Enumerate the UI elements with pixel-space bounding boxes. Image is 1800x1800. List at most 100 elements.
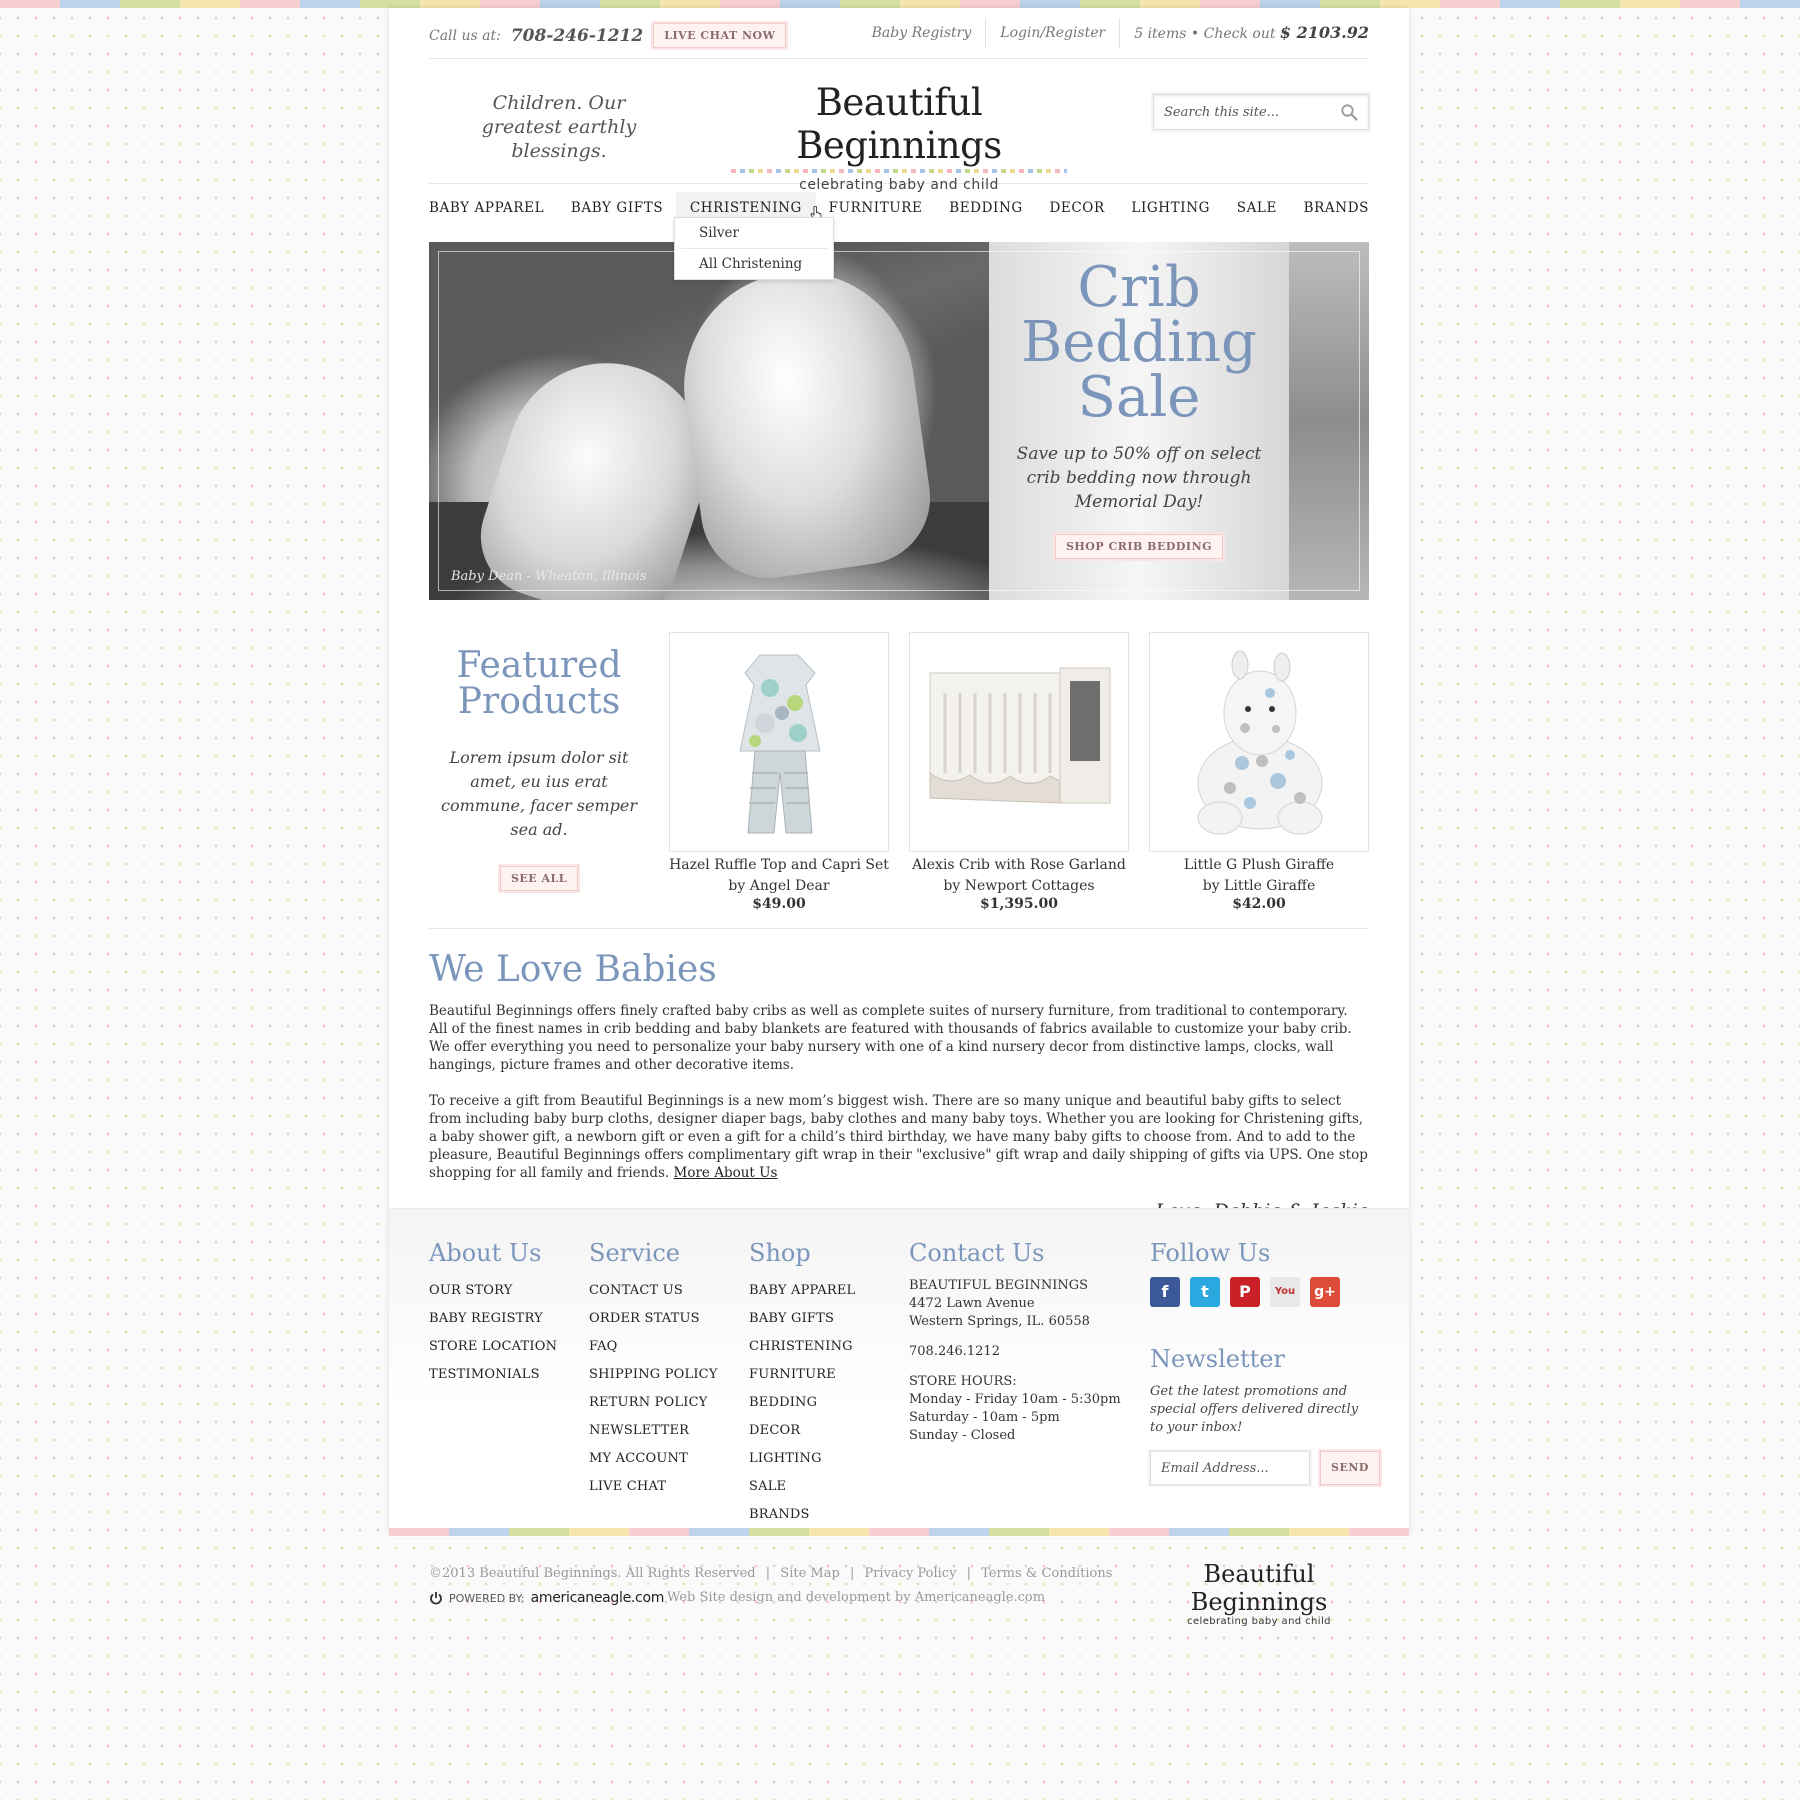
site-map-link[interactable]: Site Map (780, 1566, 840, 1581)
product-image-crib[interactable] (909, 632, 1129, 852)
store-hours-sunday: Sunday - Closed (909, 1428, 1016, 1443)
footer-link-lighting[interactable]: LIGHTING (749, 1445, 855, 1473)
footer-link-sale[interactable]: SALE (749, 1473, 855, 1501)
cart-total: $ 2103.92 (1279, 23, 1369, 42)
separator: | (849, 1566, 855, 1581)
product-brand: by Angel Dear (728, 878, 830, 894)
terms-link[interactable]: Terms & Conditions (981, 1566, 1112, 1581)
product-image-outfit[interactable] (669, 632, 889, 852)
dropdown-item-silver[interactable]: Silver (681, 218, 827, 249)
footer-link-christening[interactable]: CHRISTENING (749, 1333, 855, 1361)
footer-link-order-status[interactable]: ORDER STATUS (589, 1305, 718, 1333)
checkout-link[interactable]: Check out (1204, 26, 1276, 42)
footer-link-faq[interactable]: FAQ (589, 1333, 718, 1361)
christening-dropdown: Silver All Christening (674, 217, 834, 280)
footer-service-column: Service CONTACT US ORDER STATUS FAQ SHIP… (589, 1239, 718, 1501)
google-plus-icon[interactable]: g+ (1310, 1277, 1340, 1307)
newsletter-send-button[interactable]: SEND (1320, 1451, 1380, 1485)
nav-furniture[interactable]: FURNITURE (829, 192, 923, 224)
featured-description: Lorem ipsum dolor sit amet, eu ius erat … (440, 748, 638, 839)
nav-lighting[interactable]: LIGHTING (1131, 192, 1210, 224)
photo-credit: Baby Dean - Wheaton, Illinois (451, 569, 647, 584)
newsletter-email-input[interactable] (1150, 1451, 1310, 1485)
footer-link-bedding[interactable]: BEDDING (749, 1389, 855, 1417)
footer-link-store-location[interactable]: STORE LOCATION (429, 1333, 557, 1361)
youtube-icon[interactable]: You (1270, 1277, 1300, 1307)
footer-link-contact-us[interactable]: CONTACT US (589, 1277, 718, 1305)
nav-sale[interactable]: SALE (1237, 192, 1277, 224)
about-paragraph-2-text: To receive a gift from Beautiful Beginni… (429, 1093, 1368, 1181)
more-about-us-link[interactable]: More About Us (674, 1165, 778, 1181)
footer-contact-column: Contact Us BEAUTIFUL BEGINNINGS 4472 Law… (909, 1239, 1121, 1445)
footer-logo-subtitle: celebrating baby and child (1187, 1616, 1331, 1627)
dropdown-item-all-christening[interactable]: All Christening (681, 249, 827, 279)
see-all-button[interactable]: SEE ALL (499, 866, 579, 891)
about-paragraph-2: To receive a gift from Beautiful Beginni… (429, 1092, 1369, 1182)
nav-bedding[interactable]: BEDDING (949, 192, 1023, 224)
footer-link-newsletter[interactable]: NEWSLETTER (589, 1417, 718, 1445)
baby-registry-link[interactable]: Baby Registry (858, 18, 986, 48)
americaneagle-logo[interactable]: americaneagle.com (531, 1590, 665, 1606)
footer-contact-title: Contact Us (909, 1239, 1045, 1267)
footer-link-our-story[interactable]: OUR STORY (429, 1277, 557, 1305)
pinterest-icon[interactable]: P (1230, 1277, 1260, 1307)
product-name[interactable]: Little G Plush Giraffe (1149, 858, 1369, 873)
contact-company-name: BEAUTIFUL BEGINNINGS (909, 1278, 1089, 1293)
product-card[interactable]: Hazel Ruffle Top and Capri Set by Angel … (669, 632, 889, 912)
footer-link-baby-gifts[interactable]: BABY GIFTS (749, 1305, 855, 1333)
search-icon[interactable] (1340, 103, 1358, 121)
nav-baby-apparel[interactable]: BABY APPAREL (429, 192, 544, 224)
page-bottom-stripe (389, 1528, 1409, 1536)
privacy-policy-link[interactable]: Privacy Policy (864, 1566, 956, 1581)
site-logo[interactable]: Beautiful Beginnings celebrating baby an… (729, 81, 1069, 193)
newsletter-form: SEND (1150, 1451, 1380, 1485)
footer-link-return-policy[interactable]: RETURN POLICY (589, 1389, 718, 1417)
phone-number[interactable]: 708-246-1212 (511, 26, 643, 46)
footer-logo[interactable]: Beautiful Beginnings celebrating baby an… (1149, 1560, 1369, 1627)
search-input[interactable] (1154, 95, 1344, 129)
footer-follow-column: Follow Us f t P You g+ Newsletter Get th… (1150, 1239, 1380, 1485)
cart-summary[interactable]: 5 items • Check out $ 2103.92 (1119, 18, 1369, 48)
nav-decor[interactable]: DECOR (1049, 192, 1104, 224)
footer-link-brands[interactable]: BRANDS (749, 1501, 855, 1529)
nav-baby-gifts[interactable]: BABY GIFTS (571, 192, 663, 224)
store-hours-label: STORE HOURS: (909, 1374, 1017, 1389)
social-icons: f t P You g+ (1150, 1277, 1380, 1307)
footer-link-decor[interactable]: DECOR (749, 1417, 855, 1445)
call-label: Call us at: (429, 27, 501, 44)
powered-by[interactable]: POWERED BY: americaneagle.com (429, 1590, 664, 1606)
product-card[interactable]: Alexis Crib with Rose Garland by Newport… (909, 632, 1129, 912)
product-name[interactable]: Alexis Crib with Rose Garland (909, 858, 1129, 873)
twitter-icon[interactable]: t (1190, 1277, 1220, 1307)
utility-bar: Call us at: 708-246-1212 LIVE CHAT NOW B… (429, 8, 1369, 59)
contact-phone[interactable]: 708.246.1212 (909, 1343, 1121, 1361)
nav-christening-label[interactable]: CHRISTENING (690, 200, 802, 216)
store-hours-weekday: Monday - Friday 10am - 5:30pm (909, 1392, 1121, 1407)
featured-title: Featured Products (456, 645, 622, 722)
about-paragraph-1: Beautiful Beginnings offers finely craft… (429, 1003, 1352, 1073)
footer-link-baby-apparel[interactable]: BABY APPAREL (749, 1277, 855, 1305)
footer-follow-title: Follow Us (1150, 1239, 1271, 1267)
store-hours-saturday: Saturday - 10am - 5pm (909, 1410, 1060, 1425)
login-register-link[interactable]: Login/Register (985, 18, 1119, 48)
footer-link-testimonials[interactable]: TESTIMONIALS (429, 1361, 557, 1389)
live-chat-button[interactable]: LIVE CHAT NOW (653, 23, 787, 48)
logo-title[interactable]: Beautiful Beginnings (729, 81, 1069, 167)
footer-logo-title[interactable]: Beautiful Beginnings (1149, 1560, 1369, 1616)
product-image-giraffe[interactable] (1149, 632, 1369, 852)
design-credit[interactable]: Web Site design and development by Ameri… (667, 1590, 1045, 1605)
footer-link-my-account[interactable]: MY ACCOUNT (589, 1445, 718, 1473)
about-section: We Love Babies Beautiful Beginnings offe… (429, 928, 1369, 1222)
cart-item-count[interactable]: 5 items (1134, 26, 1186, 42)
featured-intro: Featured Products Lorem ipsum dolor sit … (429, 624, 649, 891)
footer-link-shipping-policy[interactable]: SHIPPING POLICY (589, 1361, 718, 1389)
shop-crib-bedding-button[interactable]: SHOP CRIB BEDDING (1054, 534, 1224, 559)
facebook-icon[interactable]: f (1150, 1277, 1180, 1307)
product-name[interactable]: Hazel Ruffle Top and Capri Set (669, 858, 889, 873)
product-price: $42.00 (1232, 896, 1286, 912)
footer-link-baby-registry[interactable]: BABY REGISTRY (429, 1305, 557, 1333)
footer-link-furniture[interactable]: FURNITURE (749, 1361, 855, 1389)
nav-brands[interactable]: BRANDS (1304, 192, 1369, 224)
product-card[interactable]: Little G Plush Giraffe by Little Giraffe… (1149, 632, 1369, 912)
footer-link-live-chat[interactable]: LIVE CHAT (589, 1473, 718, 1501)
